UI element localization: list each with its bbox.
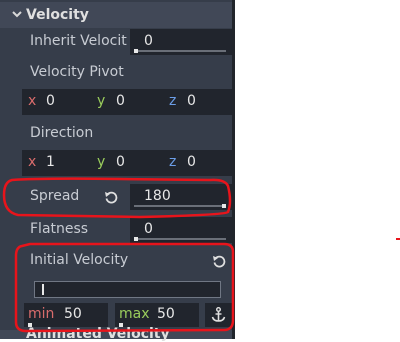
initial-velocity-annotation [14,242,235,333]
spread-annotation [2,177,232,219]
annotation-overlay [2,177,400,333]
